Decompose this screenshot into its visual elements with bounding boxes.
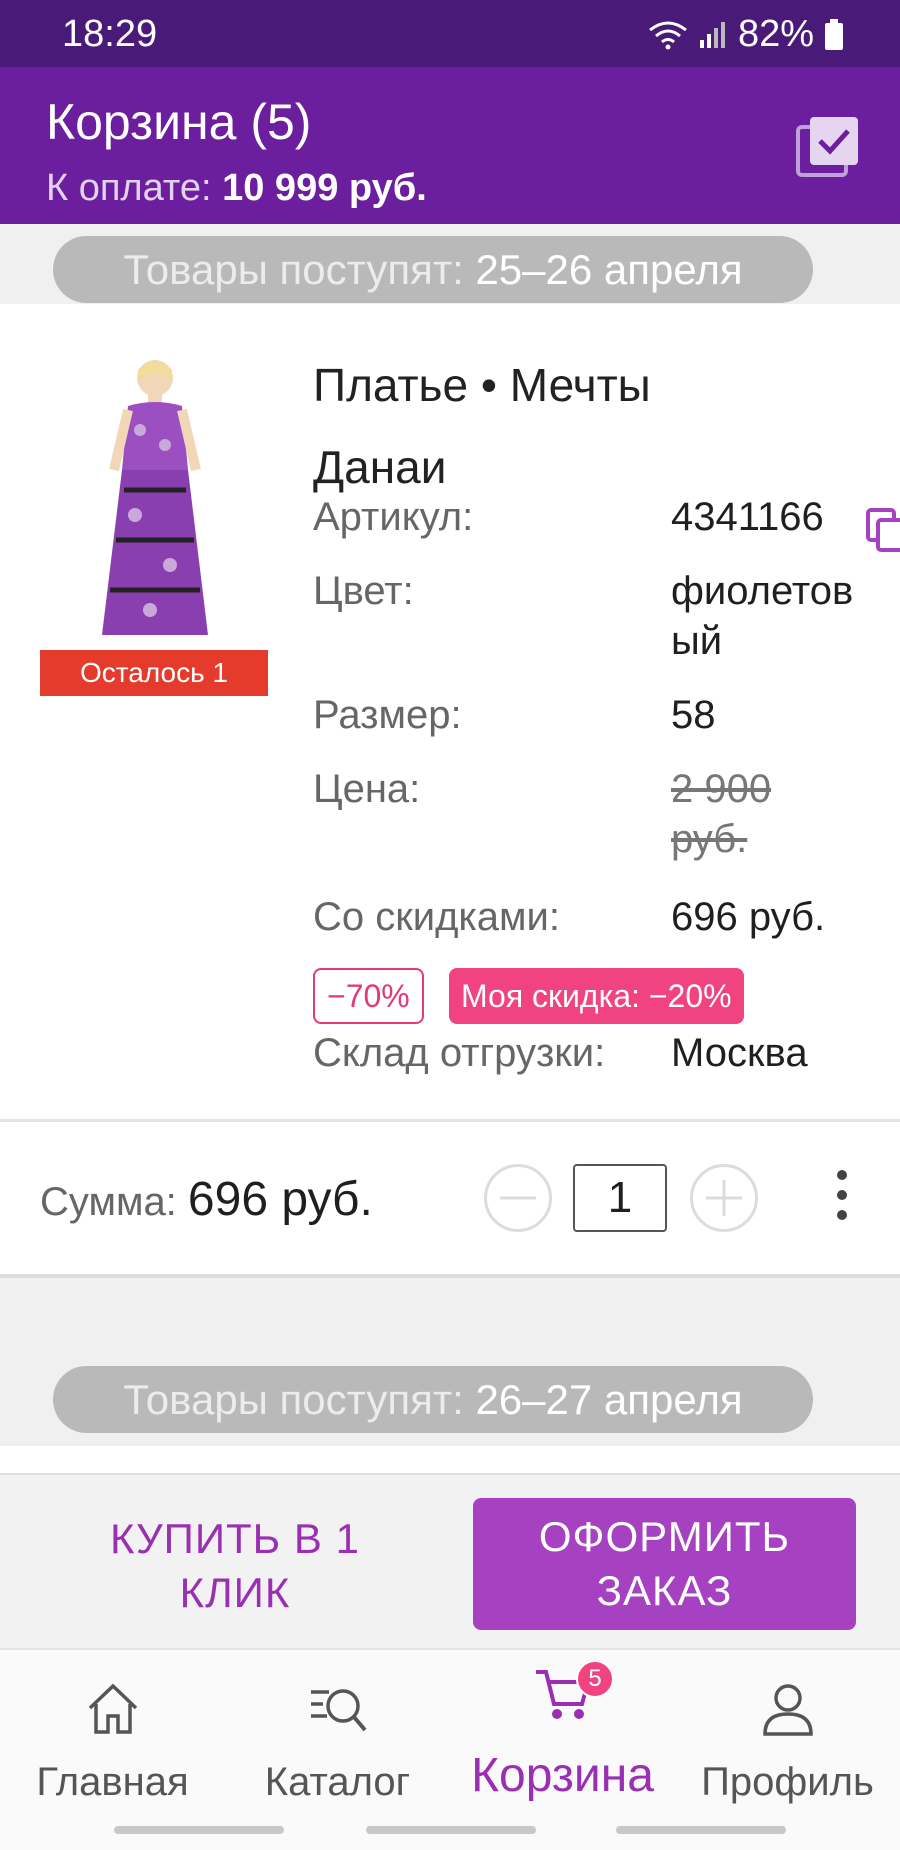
item-sum-bar: Сумма: 696 руб. 1 [0, 1122, 900, 1278]
my-discount-badge: Моя скидка: −20% [449, 968, 744, 1024]
cart-header: Корзина (5) К оплате: 10 999 руб. [0, 67, 900, 224]
nav-item-catalog[interactable]: Каталог [225, 1650, 450, 1810]
gesture-bar [0, 1808, 900, 1850]
nav-item-home[interactable]: Главная [0, 1650, 225, 1810]
delivery-date-pill: Товары поступят: 26–27 апреля [53, 1366, 813, 1433]
delivery-date-pill: Товары поступят: 25–26 апреля [53, 236, 813, 303]
increase-quantity-button[interactable] [690, 1164, 758, 1232]
nav-label-cart: Корзина [471, 1749, 654, 1802]
battery-percent: 82% [737, 13, 814, 55]
cart-item-card: Осталось 1 Платье • Мечты Данаи Артикул:… [0, 304, 900, 1262]
stock-left-badge: Осталось 1 [40, 650, 268, 696]
cart-count-badge: 5 [576, 1660, 614, 1698]
profile-icon [762, 1684, 813, 1736]
total-to-pay: К оплате: 10 999 руб. [46, 167, 427, 210]
quantity-field[interactable]: 1 [573, 1164, 667, 1232]
buy-one-click-button[interactable]: КУПИТЬ В 1 КЛИК [60, 1512, 410, 1622]
checkout-button[interactable]: ОФОРМИТЬ ЗАКАЗ [473, 1498, 856, 1630]
product-name[interactable]: Платье • Мечты Данаи [313, 344, 793, 508]
total-label: К оплате: [46, 167, 212, 209]
page-title: Корзина (5) [46, 94, 312, 150]
nav-label-home: Главная [36, 1760, 189, 1804]
battery-icon [825, 18, 843, 50]
decrease-quantity-button[interactable] [484, 1164, 552, 1232]
nav-label-catalog: Каталог [264, 1760, 411, 1804]
order-actions: КУПИТЬ В 1 КЛИК ОФОРМИТЬ ЗАКАЗ [0, 1473, 900, 1648]
home-icon [88, 1683, 137, 1734]
total-value: 10 999 руб. [222, 167, 427, 209]
wifi-icon [649, 21, 687, 49]
item-sum: Сумма: 696 руб. [40, 1173, 373, 1226]
status-bar: 18:29 82% [0, 0, 900, 67]
cart-content[interactable]: Товары поступят: 25–26 апреля Осталось 1… [0, 224, 900, 1496]
status-time: 18:29 [62, 13, 158, 55]
more-options-icon[interactable] [830, 1170, 854, 1230]
nav-item-profile[interactable]: Профиль [675, 1650, 900, 1810]
product-image[interactable] [80, 350, 230, 645]
catalog-search-icon [310, 1689, 367, 1732]
select-all-icon[interactable] [794, 113, 862, 181]
bottom-nav: Главная Каталог 5 Корзина Профиль [0, 1648, 900, 1808]
nav-label-profile: Профиль [701, 1760, 874, 1804]
nav-item-cart[interactable]: 5 Корзина [450, 1650, 675, 1810]
signal-icon [699, 21, 725, 48]
discount-badge: −70% [313, 968, 424, 1024]
copy-icon[interactable] [866, 508, 900, 552]
